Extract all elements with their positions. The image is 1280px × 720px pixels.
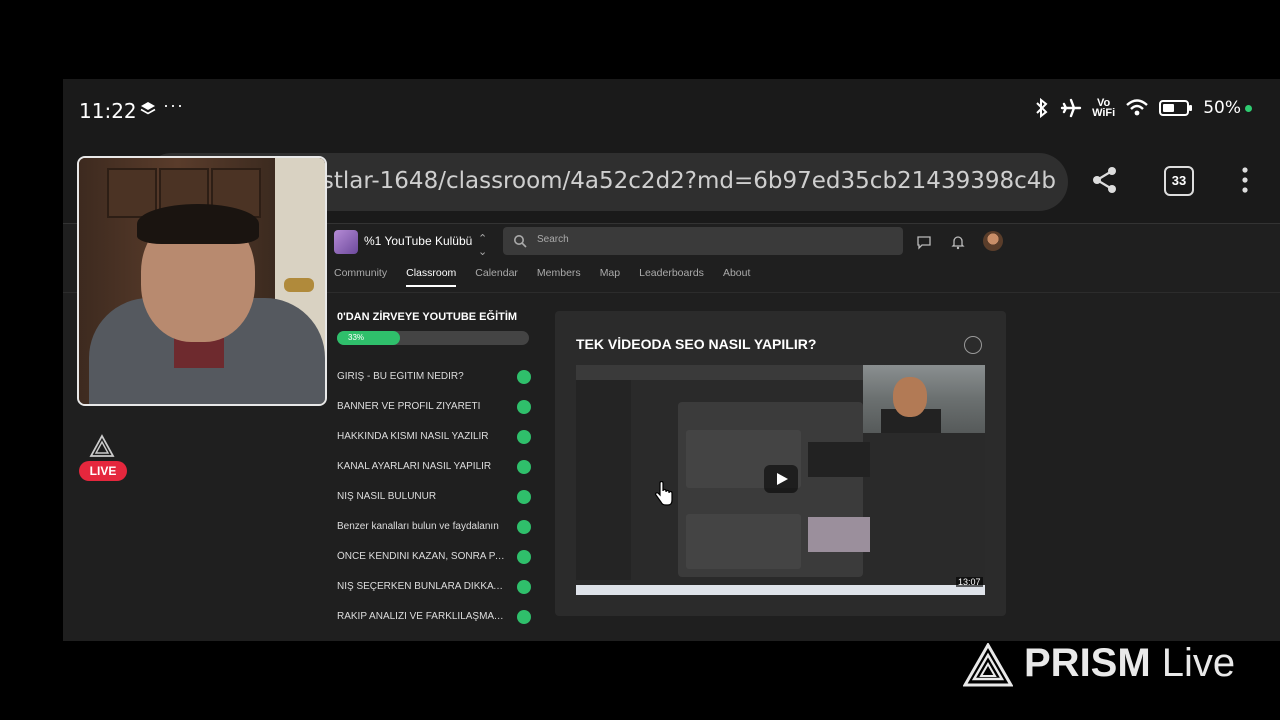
status-right: Vo WiFi 50% bbox=[1034, 97, 1252, 119]
prism-watermark-icon bbox=[963, 643, 1013, 687]
check-icon bbox=[517, 550, 531, 564]
tab-community[interactable]: Community bbox=[334, 267, 387, 287]
tab-members[interactable]: Members bbox=[537, 267, 581, 287]
check-icon bbox=[517, 460, 531, 474]
group-logo[interactable] bbox=[334, 230, 358, 254]
check-icon bbox=[517, 400, 531, 414]
video-sidebar bbox=[576, 380, 631, 580]
group-switcher-icon[interactable]: ⌃ ⌄ bbox=[478, 232, 487, 258]
video-taskbar bbox=[576, 585, 985, 595]
site-tabs: Community Classroom Calendar Members Map… bbox=[334, 267, 769, 287]
progress-label: 33% bbox=[348, 333, 365, 342]
door-handle bbox=[284, 278, 314, 292]
lesson-title-heading: TEK VİDEODA SEO NASIL YAPILIR? bbox=[576, 336, 817, 352]
search-icon bbox=[514, 235, 527, 248]
airplane-icon bbox=[1060, 98, 1082, 118]
lesson-title: ÖNCE KENDİNİ KAZAN, SONRA PAR... bbox=[337, 551, 505, 562]
overflow-menu-icon[interactable] bbox=[1235, 165, 1255, 195]
watermark-light: Live bbox=[1150, 641, 1236, 685]
lesson-item[interactable]: NİŞ NASIL BULUNUR bbox=[337, 482, 531, 512]
bluetooth-icon bbox=[1036, 97, 1048, 119]
vowifi-icon: Vo WiFi bbox=[1092, 98, 1116, 119]
avatar[interactable] bbox=[983, 231, 1003, 251]
lesson-title: BANNER VE PROFİL ZİYARETİ bbox=[337, 401, 481, 412]
lesson-item[interactable]: Benzer kanalları bulun ve faydalanın bbox=[337, 512, 531, 542]
tab-leaderboards[interactable]: Leaderboards bbox=[639, 267, 704, 287]
course-title[interactable]: 0'DAN ZİRVEYE YOUTUBE EĞİTİM bbox=[337, 311, 529, 323]
battery-icon bbox=[1159, 100, 1193, 116]
prism-watermark: PRISM Live bbox=[1024, 641, 1235, 686]
course-progress-bar: 33% bbox=[337, 331, 529, 345]
url-text: an-ve-dostlar-1648/classroom/4a52c2d2?md… bbox=[220, 168, 1056, 194]
webcam-hair bbox=[137, 204, 259, 244]
lesson-item[interactable]: RAKİP ANALİZİ VE FARKLILAŞMA İL... bbox=[337, 602, 531, 632]
lesson-item[interactable]: NİŞ SEÇERKEN BUNLARA DİKKAT E... bbox=[337, 572, 531, 602]
course-sidebar: 0'DAN ZİRVEYE YOUTUBE EĞİTİM 33% GİRİŞ -… bbox=[337, 311, 531, 632]
tab-map[interactable]: Map bbox=[600, 267, 620, 287]
check-icon bbox=[517, 580, 531, 594]
check-icon bbox=[517, 430, 531, 444]
layers-icon bbox=[140, 102, 156, 115]
progress-fill bbox=[337, 331, 401, 345]
lesson-title: HAKKINDA KISMI NASIL YAZILIR bbox=[337, 431, 489, 442]
more-dots: ··· bbox=[163, 95, 184, 115]
lesson-item[interactable]: KANAL AYARLARI NASIL YAPILIR bbox=[337, 452, 531, 482]
lesson-title: GİRİŞ - BU EĞİTİM NEDİR? bbox=[337, 371, 464, 382]
watermark-bold: PRISM bbox=[1024, 641, 1151, 685]
lesson-title: RAKİP ANALİZİ VE FARKLILAŞMA İL... bbox=[337, 611, 505, 622]
live-badge: LIVE bbox=[79, 461, 127, 481]
chat-icon[interactable] bbox=[916, 234, 932, 250]
lesson-title: KANAL AYARLARI NASIL YAPILIR bbox=[337, 461, 492, 472]
share-icon[interactable] bbox=[1090, 165, 1120, 195]
status-time: 11:22 bbox=[79, 99, 137, 123]
lesson-title: NİŞ NASIL BULUNUR bbox=[337, 491, 437, 502]
bell-icon[interactable] bbox=[950, 234, 966, 250]
lesson-item[interactable]: ÖNCE KENDİNİ KAZAN, SONRA PAR... bbox=[337, 542, 531, 572]
video-thumbnail bbox=[808, 517, 870, 552]
facecam-face bbox=[893, 377, 927, 417]
video-panel bbox=[686, 514, 801, 569]
lesson-list: GİRİŞ - BU EĞİTİM NEDİR? BANNER VE PROFİ… bbox=[337, 362, 531, 632]
tab-calendar[interactable]: Calendar bbox=[475, 267, 518, 287]
prism-logo-icon bbox=[89, 434, 115, 457]
video-player[interactable]: 13:07 bbox=[576, 365, 985, 595]
webcam-overlay bbox=[77, 156, 327, 406]
lesson-title: Benzer kanalları bulun ve faydalanın bbox=[337, 521, 499, 532]
tab-count-button[interactable]: 33 bbox=[1164, 166, 1194, 196]
check-icon bbox=[517, 370, 531, 384]
video-thumbnail bbox=[808, 442, 870, 477]
check-icon bbox=[517, 610, 531, 624]
hand-cursor-icon bbox=[655, 481, 673, 506]
check-icon bbox=[517, 520, 531, 534]
play-icon[interactable] bbox=[764, 465, 798, 493]
vowifi-line2: WiFi bbox=[1092, 107, 1116, 119]
video-facecam bbox=[863, 365, 985, 433]
search-input[interactable]: Search bbox=[503, 227, 903, 255]
lesson-item[interactable]: HAKKINDA KISMI NASIL YAZILIR bbox=[337, 422, 531, 452]
battery-percent: 50% bbox=[1203, 98, 1241, 118]
group-name[interactable]: %1 YouTube Kulübü bbox=[364, 234, 472, 248]
tab-about[interactable]: About bbox=[723, 267, 750, 287]
lesson-title: NİŞ SEÇERKEN BUNLARA DİKKAT E... bbox=[337, 581, 505, 592]
status-bar: 11:22 ··· Vo WiFi 50% bbox=[63, 79, 1280, 143]
search-placeholder: Search bbox=[537, 234, 569, 245]
tab-classroom[interactable]: Classroom bbox=[406, 267, 457, 287]
lesson-card: TEK VİDEODA SEO NASIL YAPILIR? 13:07 bbox=[555, 311, 1006, 616]
privacy-indicator-dot bbox=[1245, 104, 1252, 112]
wifi-icon bbox=[1126, 99, 1149, 116]
check-icon bbox=[517, 490, 531, 504]
video-duration: 13:07 bbox=[956, 577, 983, 587]
mark-complete-icon[interactable] bbox=[964, 336, 982, 354]
lesson-item[interactable]: BANNER VE PROFİL ZİYARETİ bbox=[337, 392, 531, 422]
lesson-item[interactable]: GİRİŞ - BU EĞİTİM NEDİR? bbox=[337, 362, 531, 392]
